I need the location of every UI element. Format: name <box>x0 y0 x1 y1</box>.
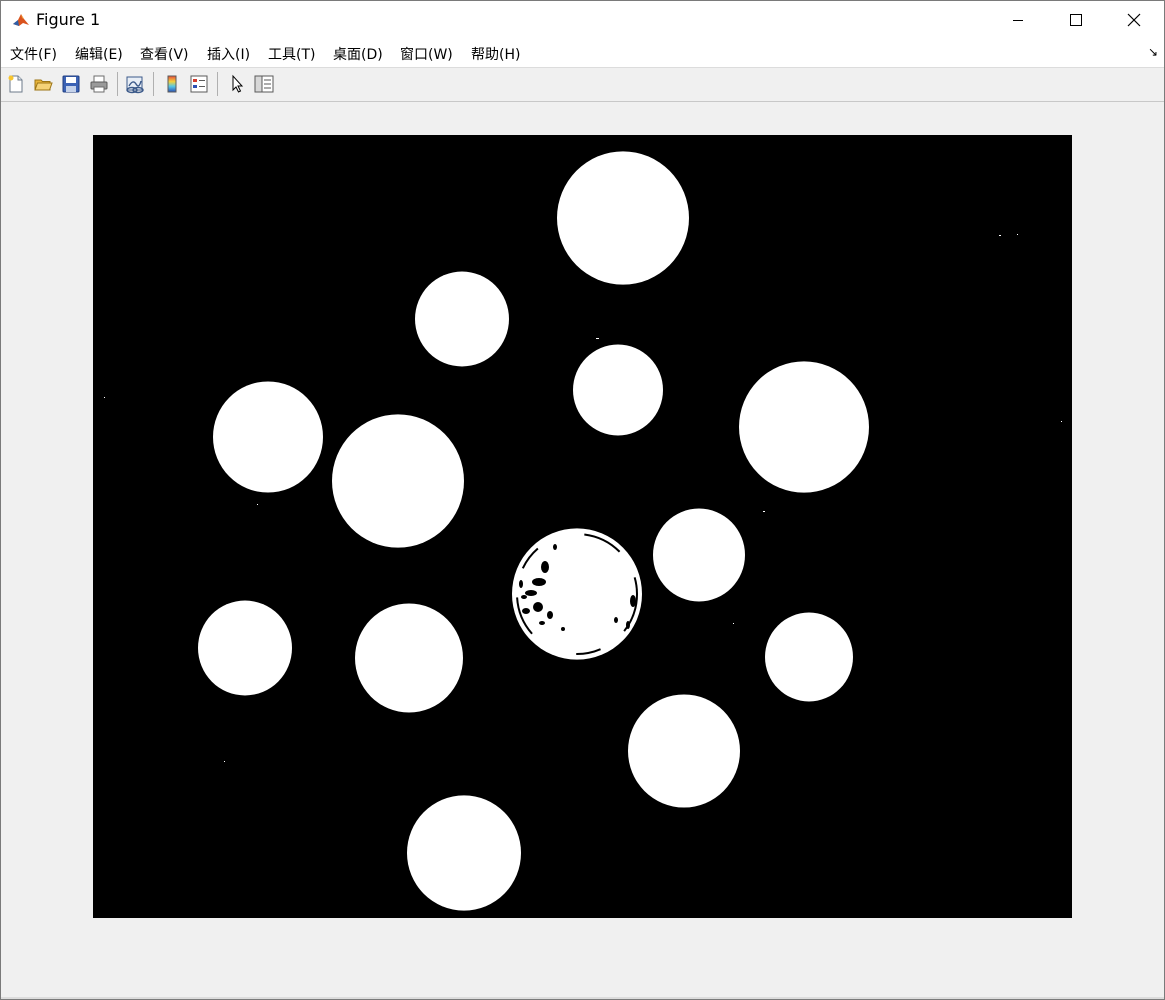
noise-speck <box>224 761 225 762</box>
white-blob <box>653 508 745 602</box>
insert-legend-button[interactable] <box>187 72 211 96</box>
white-blob <box>213 381 323 493</box>
title-bar: Figure 1 <box>1 1 1164 39</box>
new-figure-icon <box>8 75 23 93</box>
new-figure-button[interactable] <box>4 72 28 96</box>
mask-hole <box>525 590 537 596</box>
matlab-logo-icon <box>11 10 31 30</box>
menu-file[interactable]: 文件(F) <box>10 44 57 64</box>
white-blob <box>739 361 869 493</box>
figure-canvas[interactable] <box>1 102 1164 999</box>
mask-hole <box>541 561 549 573</box>
white-blob <box>628 694 740 808</box>
menu-desktop[interactable]: 桌面(D) <box>333 44 383 64</box>
mask-hole <box>522 608 530 614</box>
dock-figure-icon[interactable]: ↘ <box>1148 45 1158 59</box>
white-blob <box>573 344 663 436</box>
white-blob <box>415 271 509 367</box>
mask-hole <box>532 578 546 586</box>
image-axes[interactable] <box>93 135 1072 918</box>
white-blob <box>407 795 521 911</box>
noise-speck <box>1017 234 1018 235</box>
mask-hole <box>539 621 545 625</box>
minimize-icon <box>1013 20 1023 21</box>
open-file-icon <box>34 79 53 91</box>
noise-speck <box>763 511 765 512</box>
window-title: Figure 1 <box>36 10 101 29</box>
save-icon <box>62 75 80 93</box>
mask-hole <box>521 595 527 599</box>
insert-legend-icon <box>190 75 208 93</box>
menu-bar: 文件(F) 编辑(E) 查看(V) 插入(I) 工具(T) 桌面(D) 窗口(W… <box>1 39 1164 68</box>
menu-help[interactable]: 帮助(H) <box>471 44 520 64</box>
link-plot-button[interactable] <box>123 72 147 96</box>
mask-hole <box>519 580 523 588</box>
menu-window[interactable]: 窗口(W) <box>400 44 453 64</box>
toolbar-separator <box>217 72 218 96</box>
maximize-icon <box>1070 14 1082 26</box>
white-blob <box>355 603 463 713</box>
white-blob <box>557 151 689 285</box>
menu-insert[interactable]: 插入(I) <box>207 44 250 64</box>
mask-hole <box>614 617 618 623</box>
white-blob <box>198 600 292 696</box>
close-icon <box>1127 13 1141 27</box>
noise-speck <box>444 512 445 513</box>
insert-colorbar-button[interactable] <box>160 72 184 96</box>
mask-hole <box>553 544 557 550</box>
mask-hole <box>561 627 565 631</box>
menu-tools[interactable]: 工具(T) <box>268 44 315 64</box>
edit-plot-icon <box>232 74 244 93</box>
print-icon <box>90 75 108 93</box>
minimize-button[interactable] <box>989 1 1047 39</box>
property-inspector-icon <box>254 75 274 93</box>
close-button[interactable] <box>1105 1 1163 39</box>
open-file-button[interactable] <box>31 72 55 96</box>
noise-speck <box>257 504 258 505</box>
noise-speck <box>999 235 1001 236</box>
toolbar-separator <box>153 72 154 96</box>
maximize-button[interactable] <box>1047 1 1105 39</box>
edit-plot-button[interactable] <box>225 72 249 96</box>
noise-speck <box>733 623 734 624</box>
property-inspector-button[interactable] <box>252 72 276 96</box>
noise-speck <box>596 338 599 339</box>
print-button[interactable] <box>87 72 111 96</box>
figure-toolbar <box>1 68 1164 102</box>
window-bottom-edge <box>1 997 1164 999</box>
link-plot-icon <box>126 76 144 94</box>
menu-edit[interactable]: 编辑(E) <box>75 44 123 64</box>
mask-hole <box>547 611 553 619</box>
white-blob <box>765 612 853 702</box>
figure-window: Figure 1 文件(F) 编辑(E) 查看(V) 插入(I) 工具(T) 桌… <box>0 0 1165 1000</box>
insert-colorbar-icon <box>167 75 177 93</box>
noise-speck <box>104 397 105 398</box>
mask-hole <box>533 602 543 612</box>
toolbar-separator <box>117 72 118 96</box>
menu-view[interactable]: 查看(V) <box>140 44 189 64</box>
save-button[interactable] <box>59 72 83 96</box>
white-blob <box>332 414 464 548</box>
noise-speck <box>1061 421 1062 422</box>
